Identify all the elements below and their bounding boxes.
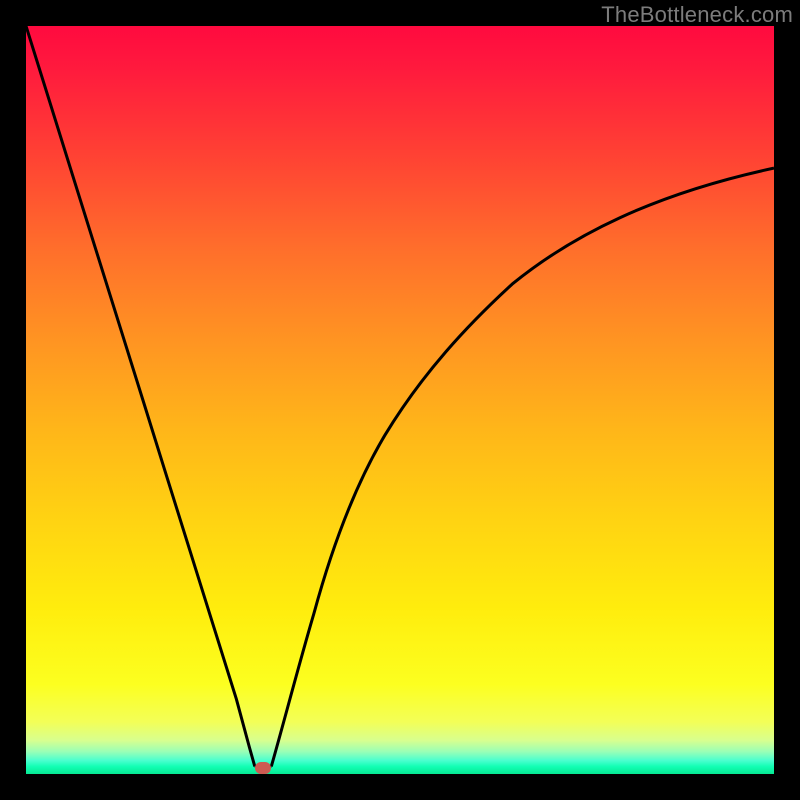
plot-area (26, 26, 774, 774)
target-marker-dot (255, 762, 271, 774)
curve-right-branch (271, 168, 774, 766)
chart-curve (26, 26, 774, 774)
chart-frame: TheBottleneck.com (0, 0, 800, 800)
watermark-text: TheBottleneck.com (601, 2, 793, 28)
curve-left-branch (26, 26, 255, 767)
